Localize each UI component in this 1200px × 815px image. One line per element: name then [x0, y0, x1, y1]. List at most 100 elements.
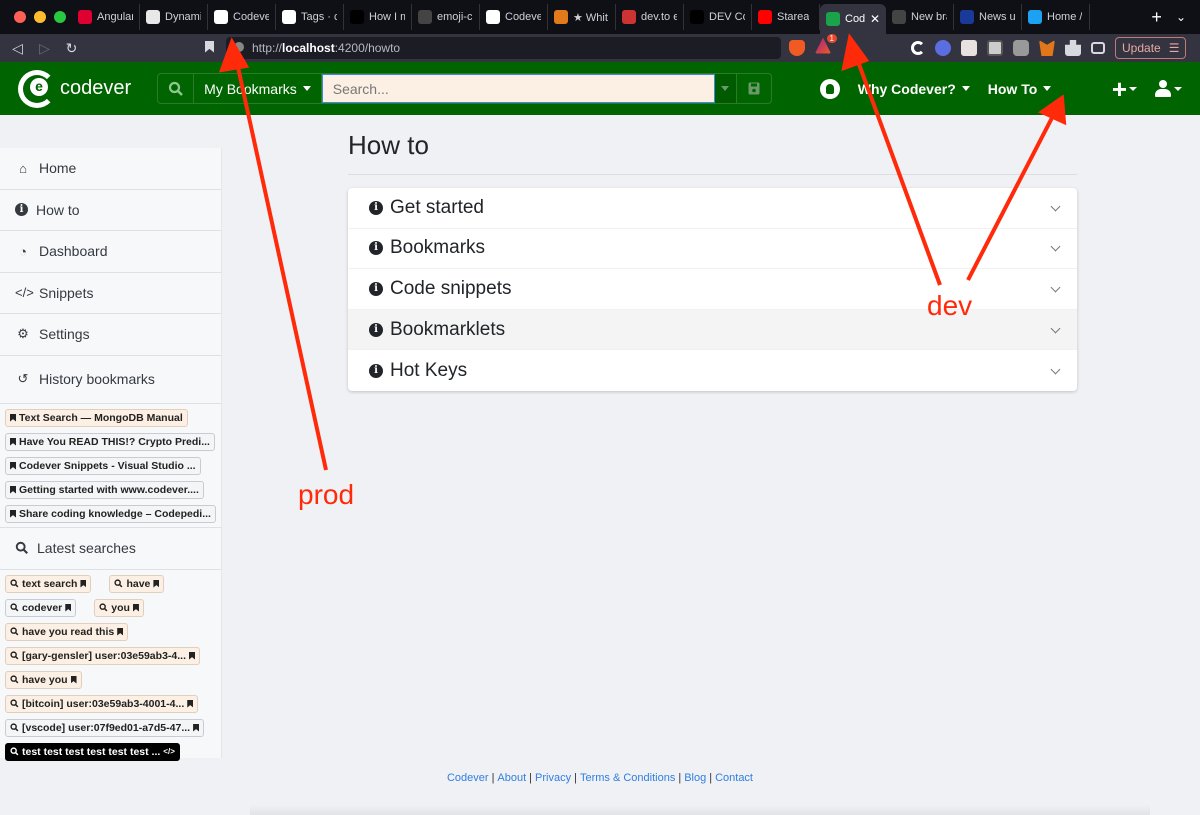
history-bookmark-chip[interactable]: Have You READ THIS!? Crypto Predi...: [5, 432, 215, 451]
browser-tab[interactable]: Tags · c: [276, 4, 344, 30]
codever-logo-icon: [18, 69, 56, 108]
browser-tab[interactable]: Codever: [480, 4, 548, 30]
sidebar-item-home[interactable]: ⌂ Home: [0, 148, 221, 190]
history-bookmarks-header[interactable]: ↺ History bookmarks: [0, 356, 221, 404]
maximize-window-button[interactable]: [54, 11, 66, 23]
latest-searches-header[interactable]: Latest searches: [0, 528, 221, 570]
wallet-icon[interactable]: [1091, 42, 1105, 54]
browser-tab[interactable]: New bra: [886, 4, 954, 30]
update-button[interactable]: Update ☰: [1115, 37, 1187, 59]
address-bar[interactable]: http://localhost:4200/howto: [226, 37, 781, 59]
latest-search-chip[interactable]: [gary-gensler] user:03e59ab3-4...: [5, 646, 200, 665]
dashboard-icon: ◔: [19, 243, 27, 259]
codever-extension-icon[interactable]: [911, 41, 925, 55]
footer-link-privacy[interactable]: Privacy: [535, 772, 571, 784]
metamask-icon[interactable]: [1039, 40, 1055, 56]
save-search-button[interactable]: [737, 74, 771, 103]
why-codever-dropdown[interactable]: Why Codever?: [858, 81, 970, 97]
browser-tab[interactable]: ★ Whit: [548, 4, 616, 30]
latest-search-chip[interactable]: have you: [5, 670, 82, 689]
browser-tab[interactable]: DEV Co: [684, 4, 752, 30]
close-tab-icon[interactable]: ✕: [870, 12, 880, 26]
latest-search-chip[interactable]: have you read this: [5, 622, 129, 641]
tab-title: Code: [845, 13, 865, 25]
new-tab-button[interactable]: +: [1137, 7, 1176, 28]
browser-tab[interactable]: emoji-c: [412, 4, 480, 30]
accordion-item-bookmarks[interactable]: i Bookmarks: [348, 229, 1077, 270]
history-bookmark-chip[interactable]: Text Search — MongoDB Manual: [5, 408, 188, 427]
github-icon[interactable]: [819, 78, 840, 99]
latest-search-chip[interactable]: text search: [5, 574, 92, 593]
chip-label: [bitcoin] user:03e59ab3-4001-4...: [22, 697, 185, 710]
bookmark-icon: [153, 579, 160, 588]
search-button[interactable]: [158, 74, 195, 103]
hashtag-extension-icon[interactable]: [935, 40, 951, 56]
footer-link-terms-conditions[interactable]: Terms & Conditions: [580, 772, 675, 784]
tab-title: Codever: [233, 11, 269, 23]
close-window-button[interactable]: [14, 11, 26, 23]
accordion-item-get-started[interactable]: i Get started: [348, 188, 1077, 229]
browser-tab[interactable]: Starea: [752, 4, 820, 30]
info-circle-icon: i: [369, 281, 383, 296]
site-info-icon[interactable]: [234, 42, 244, 52]
footer-link-blog[interactable]: Blog: [684, 772, 706, 784]
latest-search-chip[interactable]: have: [109, 574, 165, 593]
tab-strip: Angular Dynami Codever Tags · c How I m emoji…: [72, 0, 1137, 34]
accordion-item-hot-keys[interactable]: i Hot Keys: [348, 350, 1077, 391]
camera-extension-icon[interactable]: [1013, 40, 1029, 56]
add-new-dropdown[interactable]: +: [1112, 76, 1137, 102]
search-icon: [168, 81, 183, 96]
history-bookmarks-title: History bookmarks: [39, 371, 155, 387]
browser-tab[interactable]: Dynami: [140, 4, 208, 30]
search-scope-dropdown[interactable]: My Bookmarks: [194, 74, 322, 103]
sidebar-item-how-to[interactable]: i How to: [0, 190, 221, 231]
history-bookmark-chip[interactable]: Share coding knowledge – Codepedi...: [5, 504, 216, 523]
bookmark-icon: [10, 437, 16, 446]
latest-search-chip[interactable]: codever: [5, 598, 77, 617]
latest-search-chip[interactable]: [vscode] user:07f9ed01-a7d5-47...: [5, 718, 205, 737]
user-menu-dropdown[interactable]: [1155, 79, 1182, 98]
latest-search-chip[interactable]: [bitcoin] user:03e59ab3-4001-4...: [5, 694, 199, 713]
back-button[interactable]: ◁: [4, 40, 31, 57]
browser-tab[interactable]: Angular: [72, 4, 140, 30]
brave-shields-icon[interactable]: [789, 40, 805, 56]
browser-tab[interactable]: How I m: [344, 4, 412, 30]
caret-down-icon: [1129, 86, 1137, 91]
bookmark-page-button[interactable]: [205, 40, 214, 56]
latest-search-chip[interactable]: you: [94, 598, 144, 617]
search-input[interactable]: [321, 74, 715, 103]
browser-tab[interactable]: Home /: [1022, 4, 1090, 30]
history-bookmark-chip[interactable]: Codever Snippets - Visual Studio ...: [5, 456, 201, 475]
sidebar-item-snippets[interactable]: </> Snippets: [0, 273, 221, 314]
browser-tab[interactable]: Code ✕: [820, 4, 886, 34]
info-circle-icon: i: [15, 203, 28, 217]
extensions-puzzle-icon[interactable]: [1065, 40, 1081, 56]
history-bookmark-chip[interactable]: Getting started with www.codever....: [5, 480, 204, 499]
search-history-toggle[interactable]: [714, 74, 737, 103]
forward-button[interactable]: ▷: [31, 40, 58, 57]
accordion-item-title: Get started: [390, 196, 484, 218]
how-to-dropdown[interactable]: How To: [988, 81, 1052, 97]
browser-tab[interactable]: News u: [954, 4, 1022, 30]
brave-rewards-button[interactable]: 1: [815, 33, 837, 59]
bookmark-icon: [10, 509, 16, 518]
minimize-window-button[interactable]: [34, 11, 46, 23]
footer-link-contact[interactable]: Contact: [715, 772, 753, 784]
reload-button[interactable]: ↻: [58, 40, 85, 57]
github-icon: [892, 10, 906, 24]
latest-search-chip[interactable]: test test test test test test ... </>: [5, 742, 180, 761]
footer-link-codever[interactable]: Codever: [447, 772, 489, 784]
sidebar-item-label: Settings: [39, 326, 90, 343]
tab-list-chevron-icon[interactable]: ⌄: [1176, 10, 1200, 24]
footer-links: Codever | About | Privacy | Terms & Conditions…: [0, 772, 1200, 784]
browser-tab[interactable]: dev.to e: [616, 4, 684, 30]
info-circle-icon: i: [369, 322, 383, 337]
screenshot-extension-icon[interactable]: [987, 40, 1003, 56]
github-icon: [486, 10, 500, 24]
browser-tab[interactable]: Codever: [208, 4, 276, 30]
footer-link-about[interactable]: About: [497, 772, 526, 784]
brand-logo[interactable]: codever: [18, 69, 131, 108]
sidebar-item-settings[interactable]: ⚙ Settings: [0, 314, 221, 356]
sidebar-item-dashboard[interactable]: ◔ Dashboard: [0, 231, 221, 273]
profile-extension-icon[interactable]: [961, 40, 977, 56]
